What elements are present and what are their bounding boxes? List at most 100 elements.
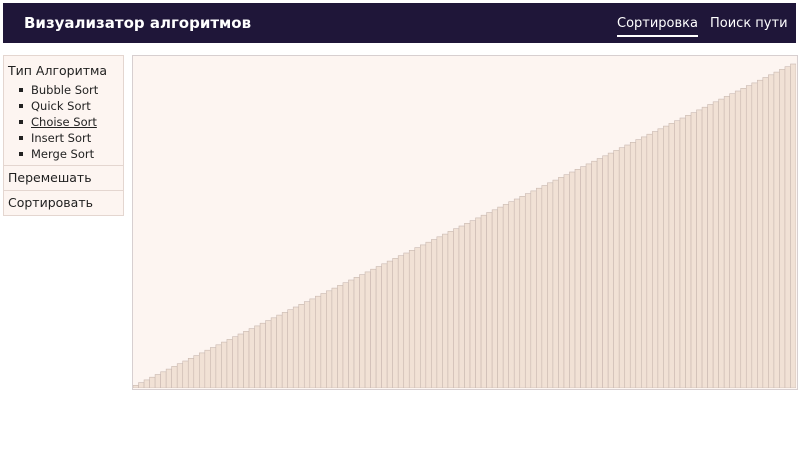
bar [386,260,393,388]
algo-label: Merge Sort [31,147,95,161]
bar [149,376,156,388]
bar [536,187,543,388]
bar [740,87,747,388]
bar [640,136,648,388]
bar [243,330,250,388]
bar [652,131,659,388]
bar [530,190,537,388]
bar [585,163,592,388]
shuffle-button[interactable]: Перемешать [4,165,123,190]
bar [646,133,653,388]
bar [663,125,670,388]
bar [790,63,796,388]
bar [436,236,443,388]
bar [475,217,482,388]
top-navbar: Визуализатор алгоритмов Сортировка Поиск… [3,3,796,43]
bar [696,109,703,388]
tab-pathfinding[interactable]: Поиск пути [710,16,788,31]
bar [762,77,769,388]
bar [154,374,161,388]
bar [143,379,150,388]
bar [221,341,228,388]
bar [701,106,708,388]
sort-button[interactable]: Сортировать [4,190,123,215]
bar [569,171,576,388]
algo-label: Quick Sort [31,99,91,113]
bar [193,355,200,388]
bar [712,101,719,388]
bar [187,357,195,388]
bar [281,312,289,388]
bar [342,282,349,388]
bar [469,220,476,388]
bar [558,177,565,388]
bar [348,279,355,388]
bar [486,212,493,388]
sidebar: Тип Алгоритма Bubble Sort Quick Sort Cho… [3,55,124,216]
bar [259,322,266,388]
bar [707,104,714,388]
bar [431,239,438,388]
bar [513,198,521,388]
bar [768,74,775,388]
bar [596,158,603,388]
bar [337,285,344,388]
bar [331,287,338,388]
bar [745,85,753,388]
bar [607,152,614,388]
bullet-icon [19,104,23,108]
bar [248,328,255,388]
bar [497,206,504,388]
bar [624,144,631,388]
bar [215,344,222,388]
bar [729,93,736,388]
bar [519,196,526,388]
bar [508,201,515,388]
algorithm-list: Bubble Sort Quick Sort Choise Sort Inser… [4,81,123,165]
bar [453,228,460,388]
algo-item-choise-sort[interactable]: Choise Sort [14,114,123,130]
bar [574,169,581,388]
bar-chart-canvas [132,55,798,390]
bar [353,277,360,388]
bar [674,120,681,388]
bar [425,241,432,388]
bar [303,301,311,388]
bar [751,82,758,388]
app-title: Визуализатор алгоритмов [24,14,252,32]
bar [232,336,239,388]
bar [287,309,294,388]
bar [668,123,675,388]
algo-item-bubble-sort[interactable]: Bubble Sort [14,82,123,98]
algo-item-insert-sort[interactable]: Insert Sort [14,130,123,146]
bar [326,290,333,388]
bar [315,295,322,388]
bar [491,209,498,388]
bar [392,258,399,388]
bar [629,142,637,388]
bar [408,250,416,388]
bar [414,247,421,388]
bar [237,333,244,388]
bar [171,366,178,388]
bar [547,182,554,388]
algo-item-merge-sort[interactable]: Merge Sort [14,146,123,162]
algorithm-type-heading: Тип Алгоритма [8,63,108,78]
algo-label: Insert Sort [31,131,92,145]
bar [773,71,780,388]
bar [635,139,642,388]
algo-label: Choise Sort [31,115,97,129]
bar [133,384,139,388]
bar [541,185,548,388]
bar [292,306,300,388]
bar [442,233,449,388]
bar [210,347,217,388]
bar [618,147,626,388]
bar [480,214,487,388]
algo-item-quick-sort[interactable]: Quick Sort [14,98,123,114]
bar [757,79,764,388]
bar [359,274,366,388]
bar [265,320,272,388]
bar [613,150,620,388]
tab-sorting[interactable]: Сортировка [617,16,698,37]
